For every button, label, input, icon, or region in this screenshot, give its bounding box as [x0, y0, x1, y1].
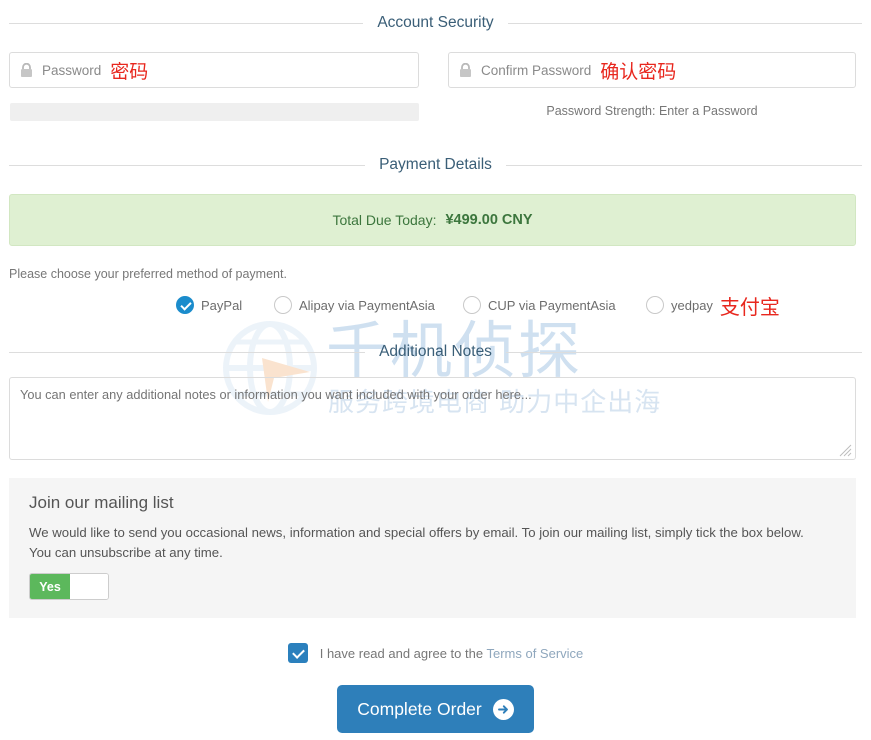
mailing-list-panel: Join our mailing list We would like to s… — [9, 478, 856, 618]
lock-icon — [460, 62, 471, 77]
divider-right — [505, 164, 863, 166]
toggle-on-label: Yes — [30, 574, 70, 599]
divider-left — [9, 22, 364, 24]
section-header-additional-notes: Additional Notes — [9, 343, 862, 361]
payment-method-group: PayPal Alipay via PaymentAsia CUP via Pa… — [9, 292, 862, 319]
payment-method-label: PayPal — [201, 297, 243, 313]
mailing-list-description: We would like to send you occasional new… — [29, 525, 804, 560]
password-field[interactable]: Password 密码 — [9, 52, 419, 88]
total-due-banner: Total Due Today: ¥499.00 CNY — [9, 194, 856, 246]
toggle-knob[interactable] — [70, 574, 108, 599]
radio-paypal[interactable] — [176, 296, 194, 314]
terms-text: I have read and agree to the Terms of Se… — [320, 646, 584, 661]
payment-method-alipay[interactable]: Alipay via PaymentAsia — [274, 292, 435, 318]
checkout-page: 千机侦探 服务跨境电商 助力中企出海 Account Security Pass… — [0, 0, 871, 740]
divider-right — [505, 351, 862, 353]
terms-text-prefix: I have read and agree to the — [319, 645, 484, 661]
section-header-payment-details: Payment Details — [9, 156, 863, 174]
payment-method-label: yedpay — [671, 297, 713, 313]
section-header-account-security: Account Security — [9, 14, 862, 32]
radio-cup[interactable] — [463, 296, 481, 314]
password-strength-text: Password Strength: Enter a Password — [546, 104, 758, 118]
lock-icon — [21, 62, 32, 77]
password-strength-bar — [10, 103, 419, 121]
divider-right — [507, 22, 862, 24]
complete-order-label: Complete Order — [357, 698, 482, 719]
total-due-amount: ¥499.00 CNY — [445, 212, 533, 228]
terms-row: I have read and agree to the Terms of Se… — [0, 643, 871, 663]
payment-method-cup[interactable]: CUP via PaymentAsia — [463, 292, 616, 318]
section-title: Account Security — [377, 14, 494, 31]
radio-yedpay[interactable] — [646, 296, 664, 314]
section-title: Additional Notes — [379, 343, 492, 360]
divider-left — [9, 164, 366, 166]
mailing-list-title: Join our mailing list — [29, 493, 174, 512]
password-label: Password — [42, 62, 102, 78]
payment-method-paypal[interactable]: PayPal — [176, 292, 242, 318]
confirm-password-field[interactable]: Confirm Password 确认密码 — [448, 52, 856, 88]
total-due-label: Total Due Today: — [332, 212, 437, 228]
payment-method-annotation-cn: 支付宝 — [719, 294, 780, 319]
terms-of-service-link[interactable]: Terms of Service — [486, 646, 583, 661]
mailing-list-toggle[interactable]: Yes — [29, 573, 109, 600]
section-title: Payment Details — [379, 156, 492, 173]
password-annotation-cn: 密码 — [110, 60, 149, 83]
payment-method-yedpay[interactable]: yedpay 支付宝 — [646, 292, 780, 319]
confirm-password-label: Confirm Password — [481, 62, 592, 78]
confirm-password-annotation-cn: 确认密码 — [600, 60, 677, 83]
submit-row: Complete Order — [0, 685, 871, 733]
payment-method-label: CUP via PaymentAsia — [488, 297, 616, 313]
divider-left — [9, 351, 366, 353]
terms-checkbox[interactable] — [287, 643, 308, 663]
payment-method-label: Alipay via PaymentAsia — [299, 297, 435, 313]
resize-grip-icon[interactable] — [838, 443, 852, 457]
additional-notes-input[interactable] — [9, 377, 856, 460]
arrow-right-circle-icon — [492, 698, 514, 720]
complete-order-button[interactable]: Complete Order — [337, 685, 534, 733]
radio-alipay[interactable] — [274, 296, 292, 314]
payment-instruction: Please choose your preferred method of p… — [9, 267, 287, 281]
